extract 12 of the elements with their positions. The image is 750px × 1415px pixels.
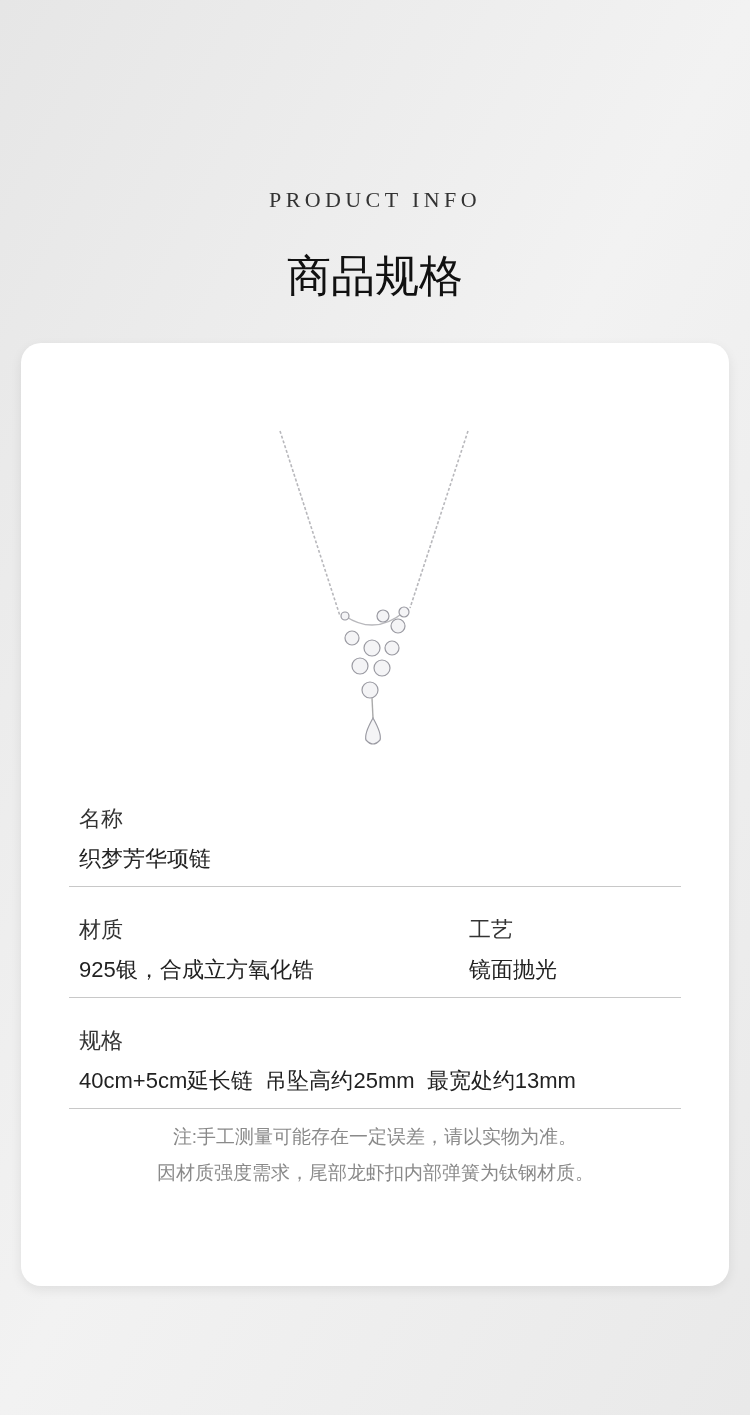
spec-value: 镜面抛光 xyxy=(469,957,557,983)
note-text: 注:手工测量可能存在一定误差，请以实物为准。 xyxy=(172,1125,578,1149)
spec-value: 925银，合成立方氧化锆 xyxy=(79,957,315,983)
spec-label: 工艺 xyxy=(469,917,514,943)
spec-label: 规格 xyxy=(79,1028,124,1054)
section-title: 商品规格 xyxy=(287,250,463,302)
note-text: 因材质强度需求，尾部龙虾扣内部弹簧为钛钢材质。 xyxy=(156,1161,594,1185)
spec-value: 40cm+5cm延长链 吊坠高约25mm 最宽处约13mm xyxy=(79,1068,576,1094)
spec-label: 材质 xyxy=(79,917,124,943)
spec-label: 名称 xyxy=(79,806,124,832)
spec-value: 织梦芳华项链 xyxy=(79,846,211,872)
section-subtitle: PRODUCT INFO xyxy=(269,186,481,214)
